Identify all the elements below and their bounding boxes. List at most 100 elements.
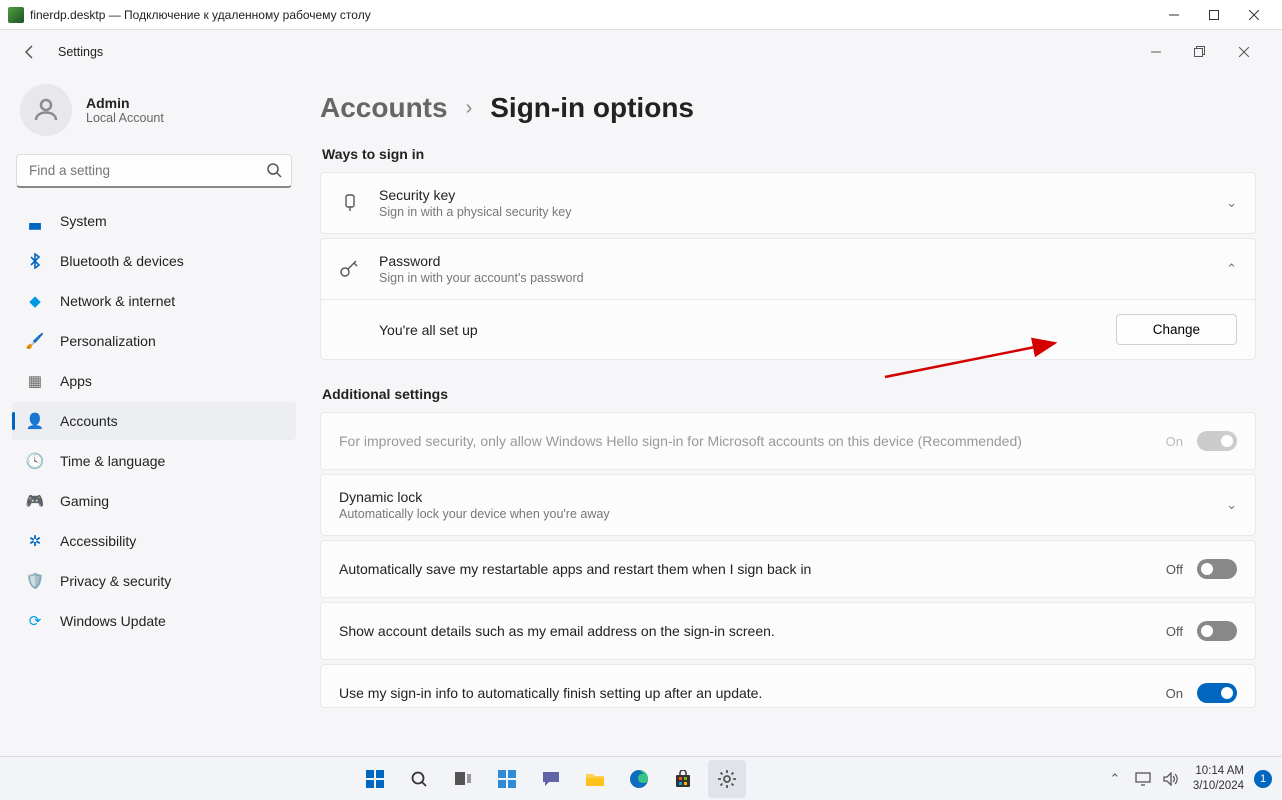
- widgets[interactable]: [488, 760, 526, 798]
- nav-system[interactable]: ▃System: [12, 202, 296, 240]
- network-icon: ◆: [26, 292, 44, 310]
- profile-subtitle: Local Account: [86, 111, 164, 125]
- restart-apps-state: Off: [1166, 562, 1183, 577]
- nav-windows-update[interactable]: ⟳Windows Update: [12, 602, 296, 640]
- chevron-down-icon: ⌄: [1226, 195, 1237, 211]
- chevron-right-icon: ›: [466, 97, 473, 120]
- restart-apps-card: Automatically save my restartable apps a…: [320, 540, 1256, 598]
- profile-name: Admin: [86, 95, 164, 111]
- dynamic-lock-title: Dynamic lock: [339, 489, 1208, 505]
- accessibility-icon: ✲: [26, 532, 44, 550]
- account-details-label: Show account details such as my email ad…: [339, 623, 1152, 639]
- person-icon: 👤: [26, 412, 44, 430]
- security-key-row[interactable]: Security key Sign in with a physical sec…: [321, 173, 1255, 233]
- rdp-window-title: finerdp.desktp — Подключение к удаленном…: [30, 8, 371, 22]
- globe-clock-icon: 🕓: [26, 452, 44, 470]
- edge-browser[interactable]: [620, 760, 658, 798]
- additional-settings-header: Additional settings: [322, 386, 1256, 402]
- rdp-title-bar: finerdp.desktp — Подключение к удаленном…: [0, 0, 1282, 30]
- search-input[interactable]: [16, 154, 292, 188]
- tray-volume-icon[interactable]: [1159, 764, 1183, 794]
- close-button[interactable]: [1234, 1, 1274, 29]
- profile-block[interactable]: Admin Local Account: [8, 74, 300, 154]
- rdp-app-icon: [8, 7, 24, 23]
- dynamic-lock-card: Dynamic lock Automatically lock your dev…: [320, 474, 1256, 536]
- taskbar-search[interactable]: [400, 760, 438, 798]
- ways-to-sign-in-header: Ways to sign in: [322, 146, 1256, 162]
- breadcrumb-accounts[interactable]: Accounts: [320, 92, 448, 124]
- file-explorer[interactable]: [576, 760, 614, 798]
- security-key-card: Security key Sign in with a physical sec…: [320, 172, 1256, 234]
- settings-restore-button[interactable]: [1178, 37, 1222, 67]
- finish-setup-row: Use my sign-in info to automatically fin…: [321, 665, 1255, 707]
- notification-badge[interactable]: 1: [1254, 770, 1272, 788]
- dynamic-lock-row[interactable]: Dynamic lock Automatically lock your dev…: [321, 475, 1255, 535]
- finish-setup-label: Use my sign-in info to automatically fin…: [339, 685, 1152, 701]
- nav-network[interactable]: ◆Network & internet: [12, 282, 296, 320]
- microsoft-store[interactable]: [664, 760, 702, 798]
- password-title: Password: [379, 253, 1208, 269]
- nav-personalization[interactable]: 🖌️Personalization: [12, 322, 296, 360]
- restart-apps-toggle[interactable]: [1197, 559, 1237, 579]
- security-key-sub: Sign in with a physical security key: [379, 205, 1208, 219]
- nav-accounts[interactable]: 👤Accounts: [12, 402, 296, 440]
- settings-minimize-button[interactable]: [1134, 37, 1178, 67]
- account-details-toggle[interactable]: [1197, 621, 1237, 641]
- nav-bluetooth[interactable]: Bluetooth & devices: [12, 242, 296, 280]
- nav-gaming[interactable]: 🎮Gaming: [12, 482, 296, 520]
- account-details-card: Show account details such as my email ad…: [320, 602, 1256, 660]
- change-password-button[interactable]: Change: [1116, 314, 1237, 345]
- nav-list: ▃System Bluetooth & devices ◆Network & i…: [8, 202, 300, 640]
- minimize-button[interactable]: [1154, 1, 1194, 29]
- finish-setup-toggle[interactable]: [1197, 683, 1237, 703]
- tray-display-icon[interactable]: [1131, 764, 1155, 794]
- restart-apps-row: Automatically save my restartable apps a…: [321, 541, 1255, 597]
- chevron-down-icon: ⌄: [1226, 497, 1237, 513]
- restart-apps-label: Automatically save my restartable apps a…: [339, 561, 1152, 577]
- password-expanded: You're all set up Change: [321, 299, 1255, 359]
- nav-accessibility[interactable]: ✲Accessibility: [12, 522, 296, 560]
- shield-icon: 🛡️: [26, 572, 44, 590]
- settings-caption-bar: Settings: [0, 30, 1282, 74]
- windows-hello-row: For improved security, only allow Window…: [321, 413, 1255, 469]
- windows-hello-state: On: [1166, 434, 1183, 449]
- windows-hello-toggle: [1197, 431, 1237, 451]
- display-icon: ▃: [26, 212, 44, 230]
- tray-overflow[interactable]: ⌃: [1103, 764, 1127, 794]
- password-sub: Sign in with your account's password: [379, 271, 1208, 285]
- brush-icon: 🖌️: [26, 332, 44, 350]
- account-details-state: Off: [1166, 624, 1183, 639]
- password-row[interactable]: Password Sign in with your account's pas…: [321, 239, 1255, 299]
- dynamic-lock-sub: Automatically lock your device when you'…: [339, 507, 1208, 521]
- nav-apps[interactable]: ▦Apps: [12, 362, 296, 400]
- maximize-button[interactable]: [1194, 1, 1234, 29]
- settings-taskbar[interactable]: [708, 760, 746, 798]
- back-button[interactable]: [16, 38, 44, 66]
- tray-clock[interactable]: 10:14 AM 3/10/2024: [1187, 764, 1250, 793]
- bluetooth-icon: [26, 252, 44, 270]
- finish-setup-card: Use my sign-in info to automatically fin…: [320, 664, 1256, 708]
- update-icon: ⟳: [26, 612, 44, 630]
- chat[interactable]: [532, 760, 570, 798]
- tray-date: 3/10/2024: [1193, 779, 1244, 793]
- start-button[interactable]: [356, 760, 394, 798]
- chevron-up-icon: ⌃: [1226, 261, 1237, 277]
- settings-app-title: Settings: [58, 45, 103, 59]
- system-tray: ⌃ 10:14 AM 3/10/2024 1: [1103, 764, 1282, 794]
- apps-icon: ▦: [26, 372, 44, 390]
- security-key-icon: [339, 194, 361, 212]
- task-view[interactable]: [444, 760, 482, 798]
- nav-time-language[interactable]: 🕓Time & language: [12, 442, 296, 480]
- search-icon: [266, 162, 282, 178]
- gaming-icon: 🎮: [26, 492, 44, 510]
- windows-hello-card: For improved security, only allow Window…: [320, 412, 1256, 470]
- taskbar: ⌃ 10:14 AM 3/10/2024 1: [0, 756, 1282, 800]
- windows-hello-label: For improved security, only allow Window…: [339, 433, 1152, 449]
- settings-close-button[interactable]: [1222, 37, 1266, 67]
- page-title: Sign-in options: [490, 92, 694, 124]
- nav-privacy[interactable]: 🛡️Privacy & security: [12, 562, 296, 600]
- account-details-row: Show account details such as my email ad…: [321, 603, 1255, 659]
- breadcrumb: Accounts › Sign-in options: [320, 92, 1256, 124]
- password-status: You're all set up: [379, 322, 1116, 338]
- tray-time: 10:14 AM: [1193, 764, 1244, 778]
